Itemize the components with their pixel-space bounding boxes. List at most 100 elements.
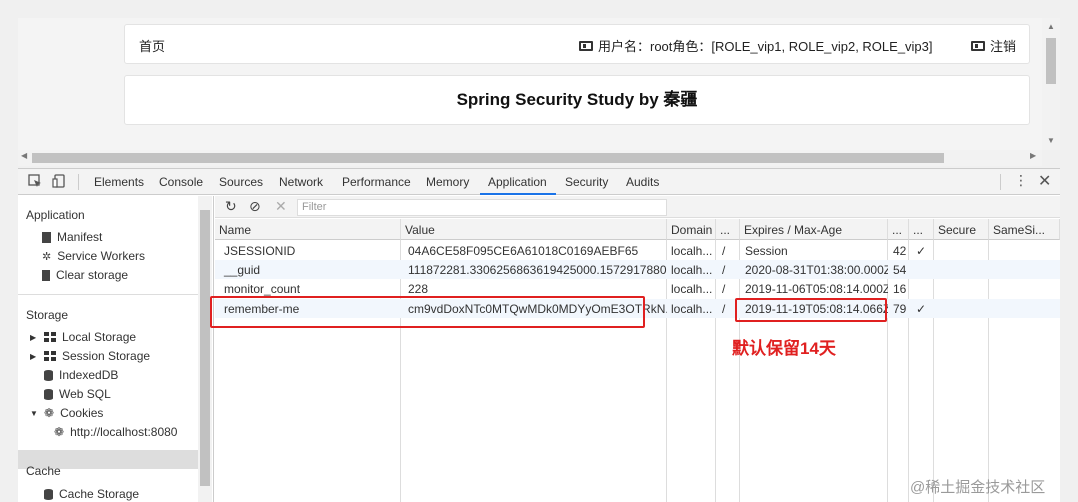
annotation-text: 默认保留14天 <box>732 339 836 358</box>
clear-all-icon[interactable]: ⊘ <box>249 198 261 215</box>
section-cache: Cache <box>26 464 61 478</box>
more-options-icon[interactable]: ⋮ <box>1014 172 1028 189</box>
sidebar-item-localhost-cookie[interactable]: ❁ http://localhost:8080 <box>54 425 177 439</box>
cookie-domain: localh... <box>671 282 713 296</box>
scroll-down-icon[interactable]: ▼ <box>1047 136 1055 145</box>
scroll-left-icon[interactable]: ◀ <box>21 151 27 160</box>
tab-elements[interactable]: Elements <box>94 175 144 189</box>
cookie-httponly <box>909 279 934 298</box>
sidebar-item-local-storage[interactable]: ▶ Local Storage <box>30 330 136 344</box>
cookie-httponly: ✓ <box>916 244 927 258</box>
tab-network[interactable]: Network <box>279 175 323 189</box>
sidebar-item-clear-storage[interactable]: Clear storage <box>42 268 128 282</box>
devtools-tab-bar: Elements Console Sources Network Perform… <box>18 169 1060 195</box>
cookie-size: 79 <box>893 302 907 316</box>
database-icon <box>44 388 53 400</box>
sidebar-item-manifest[interactable]: Manifest <box>42 230 102 244</box>
watermark: @稀土掘金技术社区 <box>910 479 1046 496</box>
cookie-path: / <box>722 244 726 258</box>
sidebar-item-label: Web SQL <box>59 387 111 401</box>
cookie-httponly <box>909 260 934 279</box>
cookie-value: 111872281.3306256863619425000.1572917880… <box>408 263 667 277</box>
expand-arrow-icon[interactable]: ▶ <box>30 333 38 342</box>
sidebar-item-label: Service Workers <box>57 249 146 263</box>
cookie-size: 16 <box>893 282 907 296</box>
navbar: 首页 用户名：root角色：[ROLE_vip1, ROLE_vip2, ROL… <box>124 24 1030 64</box>
column-header-samesite[interactable]: SameSi... <box>989 219 1060 240</box>
id-card-icon <box>579 40 593 51</box>
cookie-name: JSESSIONID <box>224 244 296 258</box>
table-row[interactable]: __guid 111872281.3306256863619425000.157… <box>215 260 1060 279</box>
logout-link[interactable]: 注销 <box>971 36 1016 55</box>
tab-application[interactable]: Application <box>488 175 547 189</box>
page-horizontal-scrollbar[interactable]: ◀ ▶ <box>18 150 1042 166</box>
page-viewport: 首页 用户名：root角色：[ROLE_vip1, ROLE_vip2, ROL… <box>18 18 1042 150</box>
grid-icon <box>44 351 56 361</box>
filter-input[interactable]: Filter <box>297 199 667 216</box>
sidebar-item-service-workers[interactable]: ✲ Service Workers <box>42 249 145 263</box>
column-header-value[interactable]: Value <box>401 219 667 240</box>
expand-arrow-icon[interactable]: ▶ <box>30 352 38 361</box>
column-header-name[interactable]: Name <box>215 219 401 240</box>
column-header-httponly[interactable]: ... <box>909 219 934 240</box>
database-icon <box>44 488 53 500</box>
divider <box>1000 174 1001 190</box>
sidebar-scrollbar[interactable] <box>198 196 212 502</box>
divider <box>18 294 198 295</box>
sidebar-item-label: Clear storage <box>56 268 129 282</box>
column-header-path[interactable]: ... <box>716 219 740 240</box>
column-header-domain[interactable]: Domain <box>667 219 716 240</box>
sidebar-item-indexeddb[interactable]: IndexedDB <box>44 368 118 382</box>
column-header-expires[interactable]: Expires / Max-Age <box>740 219 888 240</box>
section-storage: Storage <box>26 308 69 322</box>
tab-memory[interactable]: Memory <box>426 175 469 189</box>
sidebar-item-label: Local Storage <box>62 330 137 344</box>
sidebar-item-session-storage[interactable]: ▶ Session Storage <box>30 349 150 363</box>
tab-console[interactable]: Console <box>159 175 203 189</box>
sidebar-item-cache-storage[interactable]: Cache Storage <box>44 487 139 501</box>
scrollbar-thumb[interactable] <box>1046 38 1056 84</box>
cookie-value: 04A6CE58F095CE6A61018C0169AEBF65 <box>408 244 639 258</box>
devtools-panel: Elements Console Sources Network Perform… <box>18 168 1060 502</box>
delete-selected-icon[interactable]: ✕ <box>275 198 287 215</box>
tab-audits[interactable]: Audits <box>626 175 659 189</box>
trash-icon <box>42 269 50 281</box>
logout-icon <box>971 40 985 51</box>
cookies-toolbar: ↻ ⊘ ✕ Filter <box>215 196 1060 218</box>
user-info: 用户名：root角色：[ROLE_vip1, ROLE_vip2, ROLE_v… <box>579 36 933 55</box>
page-vertical-scrollbar[interactable]: ▲ ▼ <box>1042 18 1060 150</box>
close-icon[interactable]: ✕ <box>1038 171 1051 191</box>
tab-performance[interactable]: Performance <box>342 175 411 189</box>
page-heading: Spring Security Study by 秦疆 <box>124 75 1030 125</box>
cookies-table: Name Value Domain ... Expires / Max-Age … <box>215 219 1060 502</box>
sidebar-item-web-sql[interactable]: Web SQL <box>44 387 111 401</box>
divider <box>78 174 79 190</box>
sidebar-item-label: Cookies <box>60 406 104 420</box>
cookie-path: / <box>722 263 726 277</box>
collapse-arrow-icon[interactable]: ▼ <box>30 409 38 418</box>
scroll-right-icon[interactable]: ▶ <box>1030 151 1036 160</box>
sidebar-item-label: IndexedDB <box>59 368 119 382</box>
logout-label: 注销 <box>990 39 1017 54</box>
sidebar-item-cookies[interactable]: ▼ ❁ Cookies <box>30 406 103 420</box>
cookie-size: 42 <box>893 244 907 258</box>
screenshot: 首页 用户名：root角色：[ROLE_vip1, ROLE_vip2, ROL… <box>0 0 1078 502</box>
grid-icon <box>44 332 56 342</box>
scroll-up-icon[interactable]: ▲ <box>1047 22 1055 31</box>
column-header-size[interactable]: ... <box>888 219 909 240</box>
scrollbar-thumb[interactable] <box>200 210 210 486</box>
table-row[interactable]: JSESSIONID 04A6CE58F095CE6A61018C0169AEB… <box>215 241 1060 260</box>
tab-sources[interactable]: Sources <box>219 175 263 189</box>
database-icon <box>44 369 53 381</box>
scrollbar-thumb[interactable] <box>32 153 944 163</box>
home-link[interactable]: 首页 <box>139 36 165 55</box>
tab-security[interactable]: Security <box>565 175 608 189</box>
cookie-httponly: ✓ <box>916 302 927 316</box>
refresh-icon[interactable]: ↻ <box>225 198 237 215</box>
section-application: Application <box>26 208 85 222</box>
device-toolbar-icon[interactable] <box>52 174 66 188</box>
highlight-expires-cell <box>735 298 887 322</box>
inspect-element-icon[interactable] <box>28 174 42 188</box>
sidebar-item-label: http://localhost:8080 <box>70 425 178 439</box>
column-header-secure[interactable]: Secure <box>934 219 989 240</box>
